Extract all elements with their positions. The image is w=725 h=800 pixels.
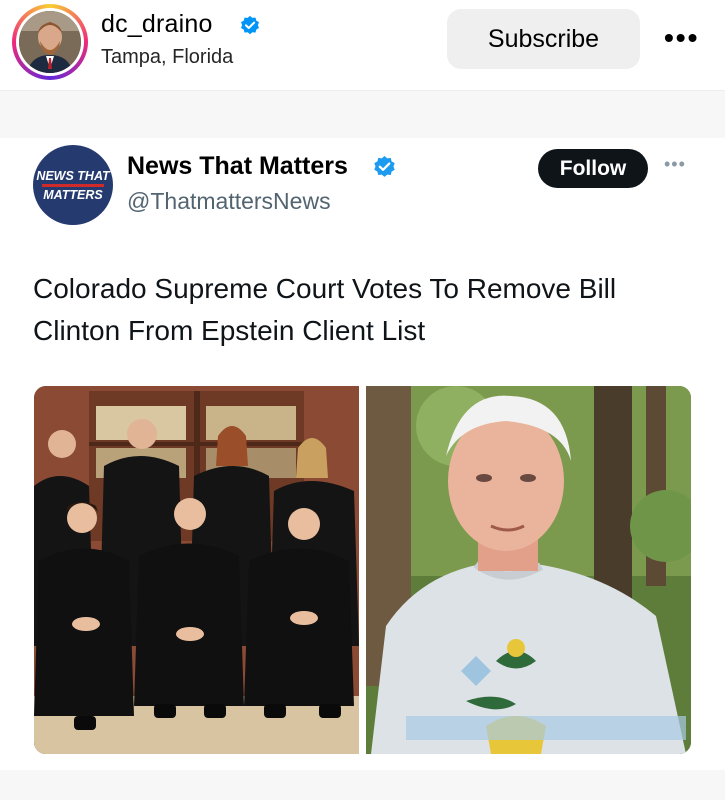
judges-group-photo — [34, 386, 359, 754]
more-options-icon: ••• — [664, 154, 686, 174]
follow-button: Follow — [538, 149, 648, 188]
story-ring[interactable] — [12, 4, 88, 80]
username[interactable]: dc_draino — [101, 10, 213, 39]
divider — [0, 770, 725, 800]
man-portrait-photo — [366, 386, 691, 754]
verified-badge-icon — [374, 156, 395, 177]
divider — [0, 90, 725, 138]
tweet-card: NEWS THAT MATTERS News That Matters @Tha… — [0, 138, 725, 800]
avatar[interactable] — [19, 11, 81, 73]
news-that-matters-logo: NEWS THAT MATTERS — [33, 145, 113, 225]
account-handle: @ThatmattersNews — [127, 188, 331, 214]
tweet-headline: Colorado Supreme Court Votes To Remove B… — [33, 273, 617, 346]
location-link[interactable]: Tampa, Florida — [101, 46, 233, 69]
subscribe-button[interactable]: Subscribe — [447, 9, 640, 69]
account-name: News That Matters — [127, 152, 348, 180]
post-header: dc_draino Tampa, Florida Subscribe ••• — [0, 0, 725, 90]
more-options-icon[interactable]: ••• — [664, 22, 699, 54]
verified-badge-icon — [241, 15, 259, 35]
